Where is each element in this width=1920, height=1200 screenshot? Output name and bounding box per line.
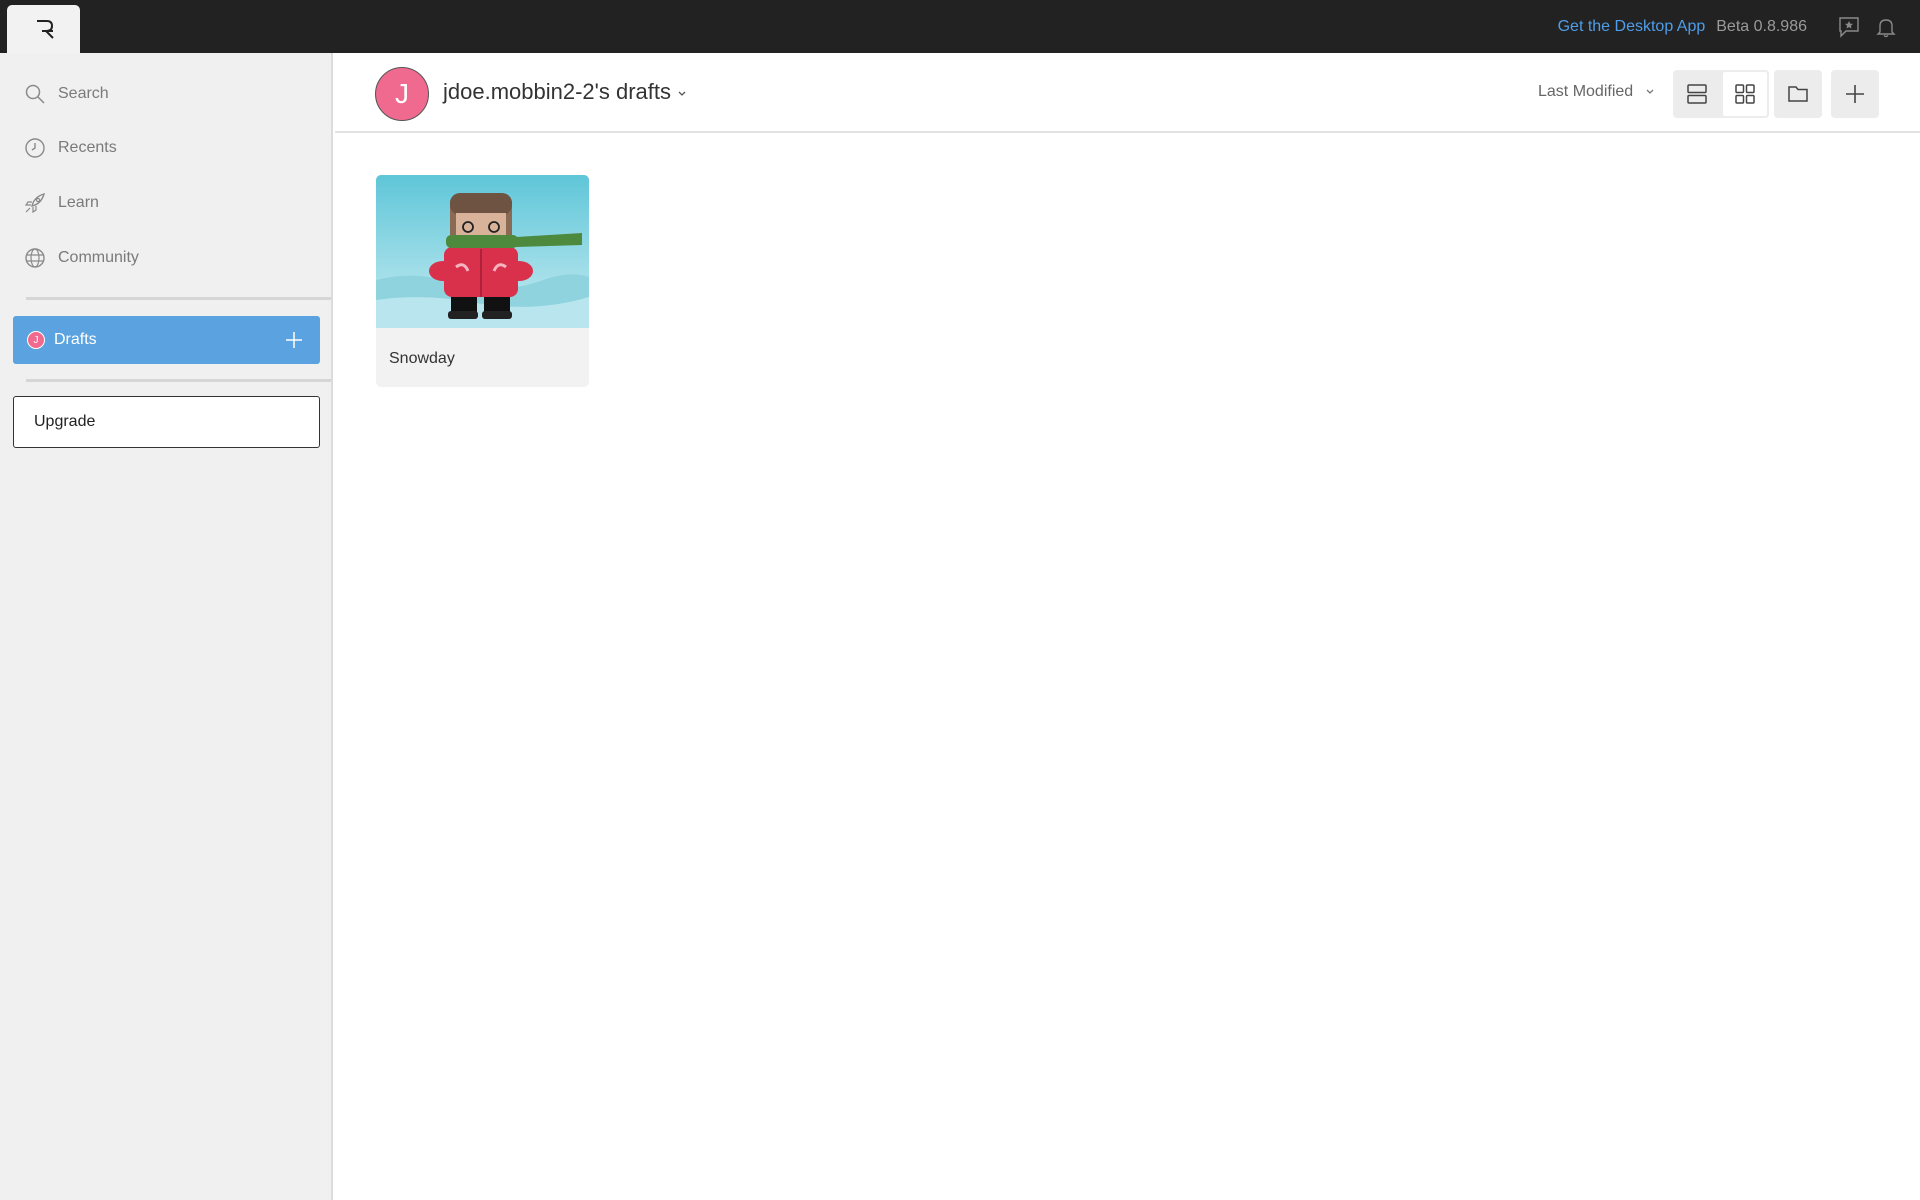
feedback-icon: [1839, 16, 1859, 38]
sidebar: Search Recents Learn Community J Drafts: [0, 53, 333, 1200]
bell-icon: [1876, 18, 1896, 37]
folder-icon: [1788, 86, 1808, 102]
sidebar-item-community[interactable]: Community: [24, 243, 139, 273]
avatar: J: [27, 331, 45, 349]
chevron-down-icon: [1646, 89, 1654, 94]
sidebar-item-learn[interactable]: Learn: [24, 188, 99, 218]
app-home-tab[interactable]: [7, 5, 80, 53]
list-view-icon: [1687, 84, 1707, 104]
feedback-button[interactable]: [1837, 15, 1861, 39]
sidebar-item-search[interactable]: Search: [24, 79, 109, 109]
file-name: Snowday: [389, 350, 455, 367]
grid-view-button[interactable]: [1721, 70, 1769, 118]
sidebar-item-drafts[interactable]: J Drafts: [13, 316, 320, 364]
new-folder-button[interactable]: [1774, 70, 1822, 118]
sidebar-divider: [26, 297, 331, 300]
sidebar-item-recents[interactable]: Recents: [24, 133, 117, 163]
page-title[interactable]: jdoe.mobbin2-2's drafts: [443, 79, 687, 105]
main-header: J jdoe.mobbin2-2's drafts Last Modified: [335, 53, 1920, 133]
file-grid: Snowday: [335, 135, 1920, 1200]
snowday-character-thumbnail: [376, 175, 589, 328]
version-label: Beta 0.8.986: [1716, 17, 1807, 35]
view-toggle: [1673, 70, 1769, 118]
r-logo-icon: [36, 20, 54, 39]
rocket-icon: [24, 192, 46, 214]
file-card[interactable]: Snowday: [376, 175, 589, 387]
clock-icon: [25, 138, 45, 158]
upgrade-button[interactable]: Upgrade: [13, 396, 320, 448]
sort-label: Last Modified: [1538, 83, 1634, 100]
plus-icon: [1846, 85, 1864, 103]
plus-icon: [286, 332, 302, 348]
new-file-button[interactable]: [1831, 70, 1879, 118]
search-icon: [25, 84, 45, 104]
grid-view-icon: [1735, 84, 1755, 104]
list-view-button[interactable]: [1673, 70, 1721, 118]
chevron-down-icon: [678, 91, 686, 96]
sort-dropdown[interactable]: Last Modified: [1538, 83, 1655, 101]
sidebar-item-label: Community: [58, 249, 139, 266]
notifications-button[interactable]: [1874, 15, 1898, 39]
top-bar: Get the Desktop App Beta 0.8.986: [0, 0, 1920, 53]
add-draft-button[interactable]: [282, 328, 306, 352]
get-desktop-app-link[interactable]: Get the Desktop App: [1558, 18, 1706, 36]
sidebar-item-label: Recents: [58, 139, 117, 156]
globe-icon: [25, 248, 45, 268]
sidebar-item-label: Learn: [58, 194, 99, 211]
sidebar-divider: [26, 379, 331, 382]
avatar: J: [375, 67, 429, 121]
page-title-text: jdoe.mobbin2-2's drafts: [443, 79, 671, 104]
topbar-right-group: Get the Desktop App Beta 0.8.986: [1558, 0, 1898, 53]
sidebar-item-label: Drafts: [54, 331, 97, 348]
sidebar-item-label: Search: [58, 85, 109, 102]
